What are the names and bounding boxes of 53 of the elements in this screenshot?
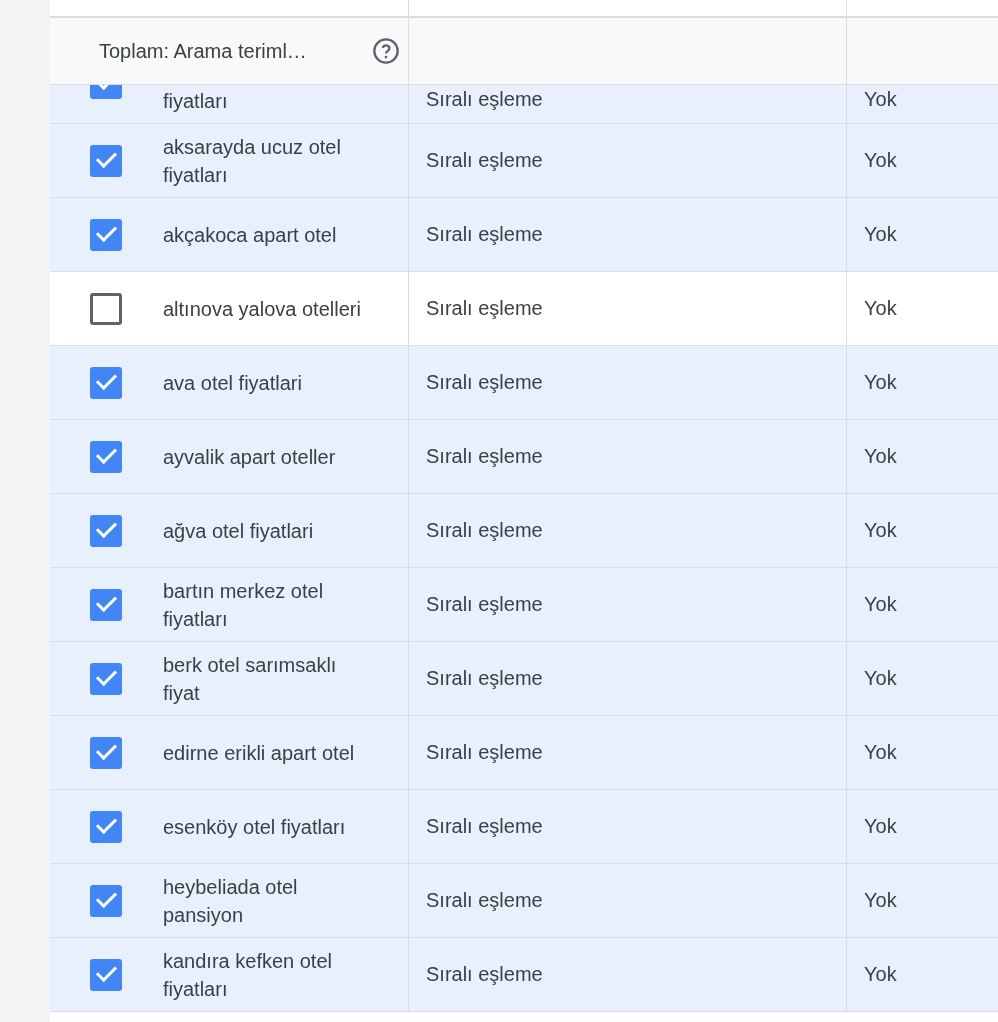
search-term: berk otel sarımsaklı fiyat [163,652,338,706]
match-type: Sıralı eşleme [426,149,543,172]
match-type: Sıralı eşleme [426,223,543,246]
search-term: ayvalik apart oteller [163,444,337,470]
status-text: Yok [864,88,897,111]
search-term: bartın merkez otel fiyatları [163,578,325,632]
match-type: Sıralı eşleme [426,445,543,468]
status-text: Yok [864,815,897,838]
match-type: Sıralı eşleme [426,297,543,320]
search-term: ava otel fiyatlari [163,370,303,396]
match-type: Sıralı eşleme [426,667,543,690]
status-text: Yok [864,149,897,172]
match-type: Sıralı eşleme [426,963,543,986]
status-text: Yok [864,223,897,246]
checkbox[interactable] [90,736,122,769]
search-term: ağva otel fiyatlari [163,518,315,544]
match-type: Sıralı eşleme [426,815,543,838]
search-term: edirne erikli apart otel [163,740,356,766]
search-term: kandıra kefken otel fiyatları [163,948,333,1002]
status-text: Yok [864,667,897,690]
match-type: Sıralı eşleme [426,889,543,912]
search-term: akçakoca apart otel [163,222,338,248]
match-type: Sıralı eşleme [426,88,543,111]
search-term: aksarayda ucuz otel fiyatları [163,134,342,188]
checkbox[interactable] [90,292,122,325]
checkbox[interactable] [90,662,122,695]
status-text: Yok [864,593,897,616]
checkbox[interactable] [90,810,122,843]
status-text: Yok [864,963,897,986]
checkbox[interactable] [90,958,122,991]
status-text: Yok [864,297,897,320]
checkbox[interactable] [90,884,122,917]
search-term: altınova yalova otelleri [163,296,362,322]
checkbox[interactable] [90,218,122,251]
checkbox[interactable] [90,588,122,621]
status-text: Yok [864,371,897,394]
search-term: heybeliada otel pansiyon [163,874,299,928]
match-type: Sıralı eşleme [426,593,543,616]
match-type: Sıralı eşleme [426,741,543,764]
match-type: Sıralı eşleme [426,371,543,394]
status-text: Yok [864,519,897,542]
checkbox[interactable] [90,366,122,399]
status-text: Yok [864,889,897,912]
help-icon[interactable] [372,37,400,65]
status-text: Yok [864,445,897,468]
search-term: esenköy otel fiyatları [163,814,347,840]
match-type: Sıralı eşleme [426,519,543,542]
column-header[interactable]: Toplam: Arama teriml… [99,39,364,63]
checkbox[interactable] [90,514,122,547]
checkbox[interactable] [90,144,122,177]
search-term: fiyatları [163,89,229,114]
status-text: Yok [864,741,897,764]
checkbox[interactable] [90,440,122,473]
